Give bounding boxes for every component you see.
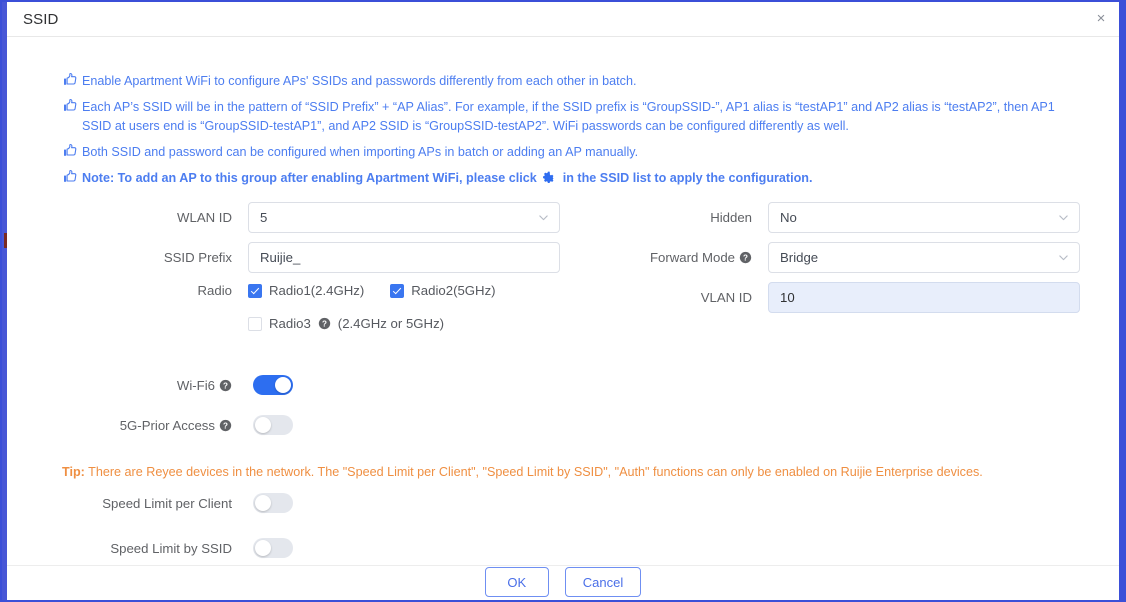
tip-text: There are Reyee devices in the network. … (84, 465, 983, 479)
checkbox-box (248, 316, 262, 331)
prior-5g-toggle[interactable] (253, 415, 293, 435)
checkbox-radio1-label: Radio1(2.4GHz) (269, 283, 365, 298)
field-hidden: Hidden No (647, 202, 1080, 233)
svg-text:?: ? (743, 253, 748, 262)
forward-mode-value: Bridge (780, 250, 819, 265)
ssid-prefix-label: SSID Prefix (163, 250, 232, 265)
field-forward-mode: Forward Mode ? Bridge (647, 242, 1080, 273)
right-edge-strip (1119, 2, 1124, 600)
close-icon[interactable]: × (1092, 10, 1110, 28)
field-ssid-prefix: SSID Prefix Ruijie_ (147, 242, 560, 273)
checkbox-box (390, 283, 405, 298)
chevron-down-icon (1058, 243, 1069, 272)
vlan-id-input[interactable]: 10 (768, 282, 1080, 313)
dialog-title: SSID (23, 11, 59, 28)
checkbox-radio3[interactable]: Radio3 ? (2.4GHz or 5GHz) (248, 316, 444, 331)
vlan-id-value: 10 (780, 290, 795, 305)
svg-text:?: ? (223, 421, 228, 430)
form-area: WLAN ID 5 SSID Prefix Ruijie_ Radio Radi… (7, 38, 1119, 566)
field-speed-limit-per-client: Speed Limit per Client (67, 493, 293, 513)
field-radio3: Radio3 ? (2.4GHz or 5GHz) (147, 316, 444, 331)
checkbox-radio2-label: Radio2(5GHz) (411, 283, 496, 298)
wlan-id-value: 5 (260, 210, 268, 225)
prior-5g-label: 5G-Prior Access (119, 417, 215, 433)
help-icon[interactable]: ? (219, 419, 232, 432)
tip-line: Tip: There are Reyee devices in the netw… (62, 463, 983, 481)
cancel-button[interactable]: Cancel (564, 567, 642, 597)
hidden-value: No (780, 210, 797, 225)
help-icon[interactable]: ? (739, 251, 752, 264)
wifi6-label-wrap: Wi-Fi6 ? (67, 378, 232, 393)
svg-text:?: ? (322, 319, 327, 328)
ssid-dialog-page: SSID × Enable Apartment WiFi to configur… (0, 0, 1126, 602)
wlan-id-select[interactable]: 5 (248, 202, 560, 233)
checkbox-box (248, 283, 262, 298)
vlan-id-label: VLAN ID (700, 290, 752, 305)
wifi6-label: Wi-Fi6 (176, 377, 215, 393)
ssid-prefix-value: Ruijie_ (260, 250, 301, 265)
checkbox-radio1[interactable]: Radio1(2.4GHz) (248, 283, 364, 298)
ok-button[interactable]: OK (484, 567, 549, 597)
field-radio: Radio Radio1(2.4GHz) Radio2(5GHz) (147, 283, 496, 298)
field-wifi6: Wi-Fi6 ? (67, 375, 293, 395)
help-icon[interactable]: ? (219, 379, 232, 392)
radio-label: Radio (197, 283, 232, 298)
checkbox-radio3-label: Radio3 (269, 316, 311, 331)
wifi6-toggle[interactable] (253, 375, 293, 395)
hidden-select[interactable]: No (768, 202, 1080, 233)
field-wlan-id: WLAN ID 5 (147, 202, 560, 233)
dialog-body: Enable Apartment WiFi to configure APs' … (7, 38, 1119, 566)
checkbox-radio2[interactable]: Radio2(5GHz) (390, 283, 496, 298)
forward-mode-label-wrap: Forward Mode ? (647, 250, 752, 265)
tip-prefix: Tip: (62, 465, 85, 479)
dialog-header: SSID × (7, 4, 1119, 37)
radio3-suffix: (2.4GHz or 5GHz) (337, 316, 445, 331)
chevron-down-icon (1058, 203, 1069, 232)
speed-limit-client-label: Speed Limit per Client (102, 495, 232, 511)
radio-options-row: Radio1(2.4GHz) Radio2(5GHz) (248, 283, 496, 298)
speed-limit-client-toggle[interactable] (253, 493, 293, 513)
dialog-footer: OK Cancel (7, 565, 1119, 598)
speed-limit-ssid-label: Speed Limit by SSID (110, 540, 232, 556)
speed-limit-ssid-toggle[interactable] (253, 538, 293, 558)
ssid-prefix-input[interactable]: Ruijie_ (248, 242, 560, 273)
wlan-id-label: WLAN ID (177, 210, 232, 225)
field-speed-limit-by-ssid: Speed Limit by SSID (67, 538, 293, 558)
svg-text:?: ? (223, 381, 228, 390)
field-5g-prior-access: 5G-Prior Access ? (67, 415, 293, 435)
help-icon[interactable]: ? (318, 317, 331, 330)
prior-5g-label-wrap: 5G-Prior Access ? (67, 418, 232, 433)
chevron-down-icon (538, 203, 549, 232)
forward-mode-select[interactable]: Bridge (768, 242, 1080, 273)
radio3-row: Radio3 ? (2.4GHz or 5GHz) (248, 316, 444, 331)
hidden-label: Hidden (710, 210, 752, 225)
forward-mode-label: Forward Mode (649, 250, 735, 265)
field-vlan-id: VLAN ID 10 (647, 282, 1080, 313)
